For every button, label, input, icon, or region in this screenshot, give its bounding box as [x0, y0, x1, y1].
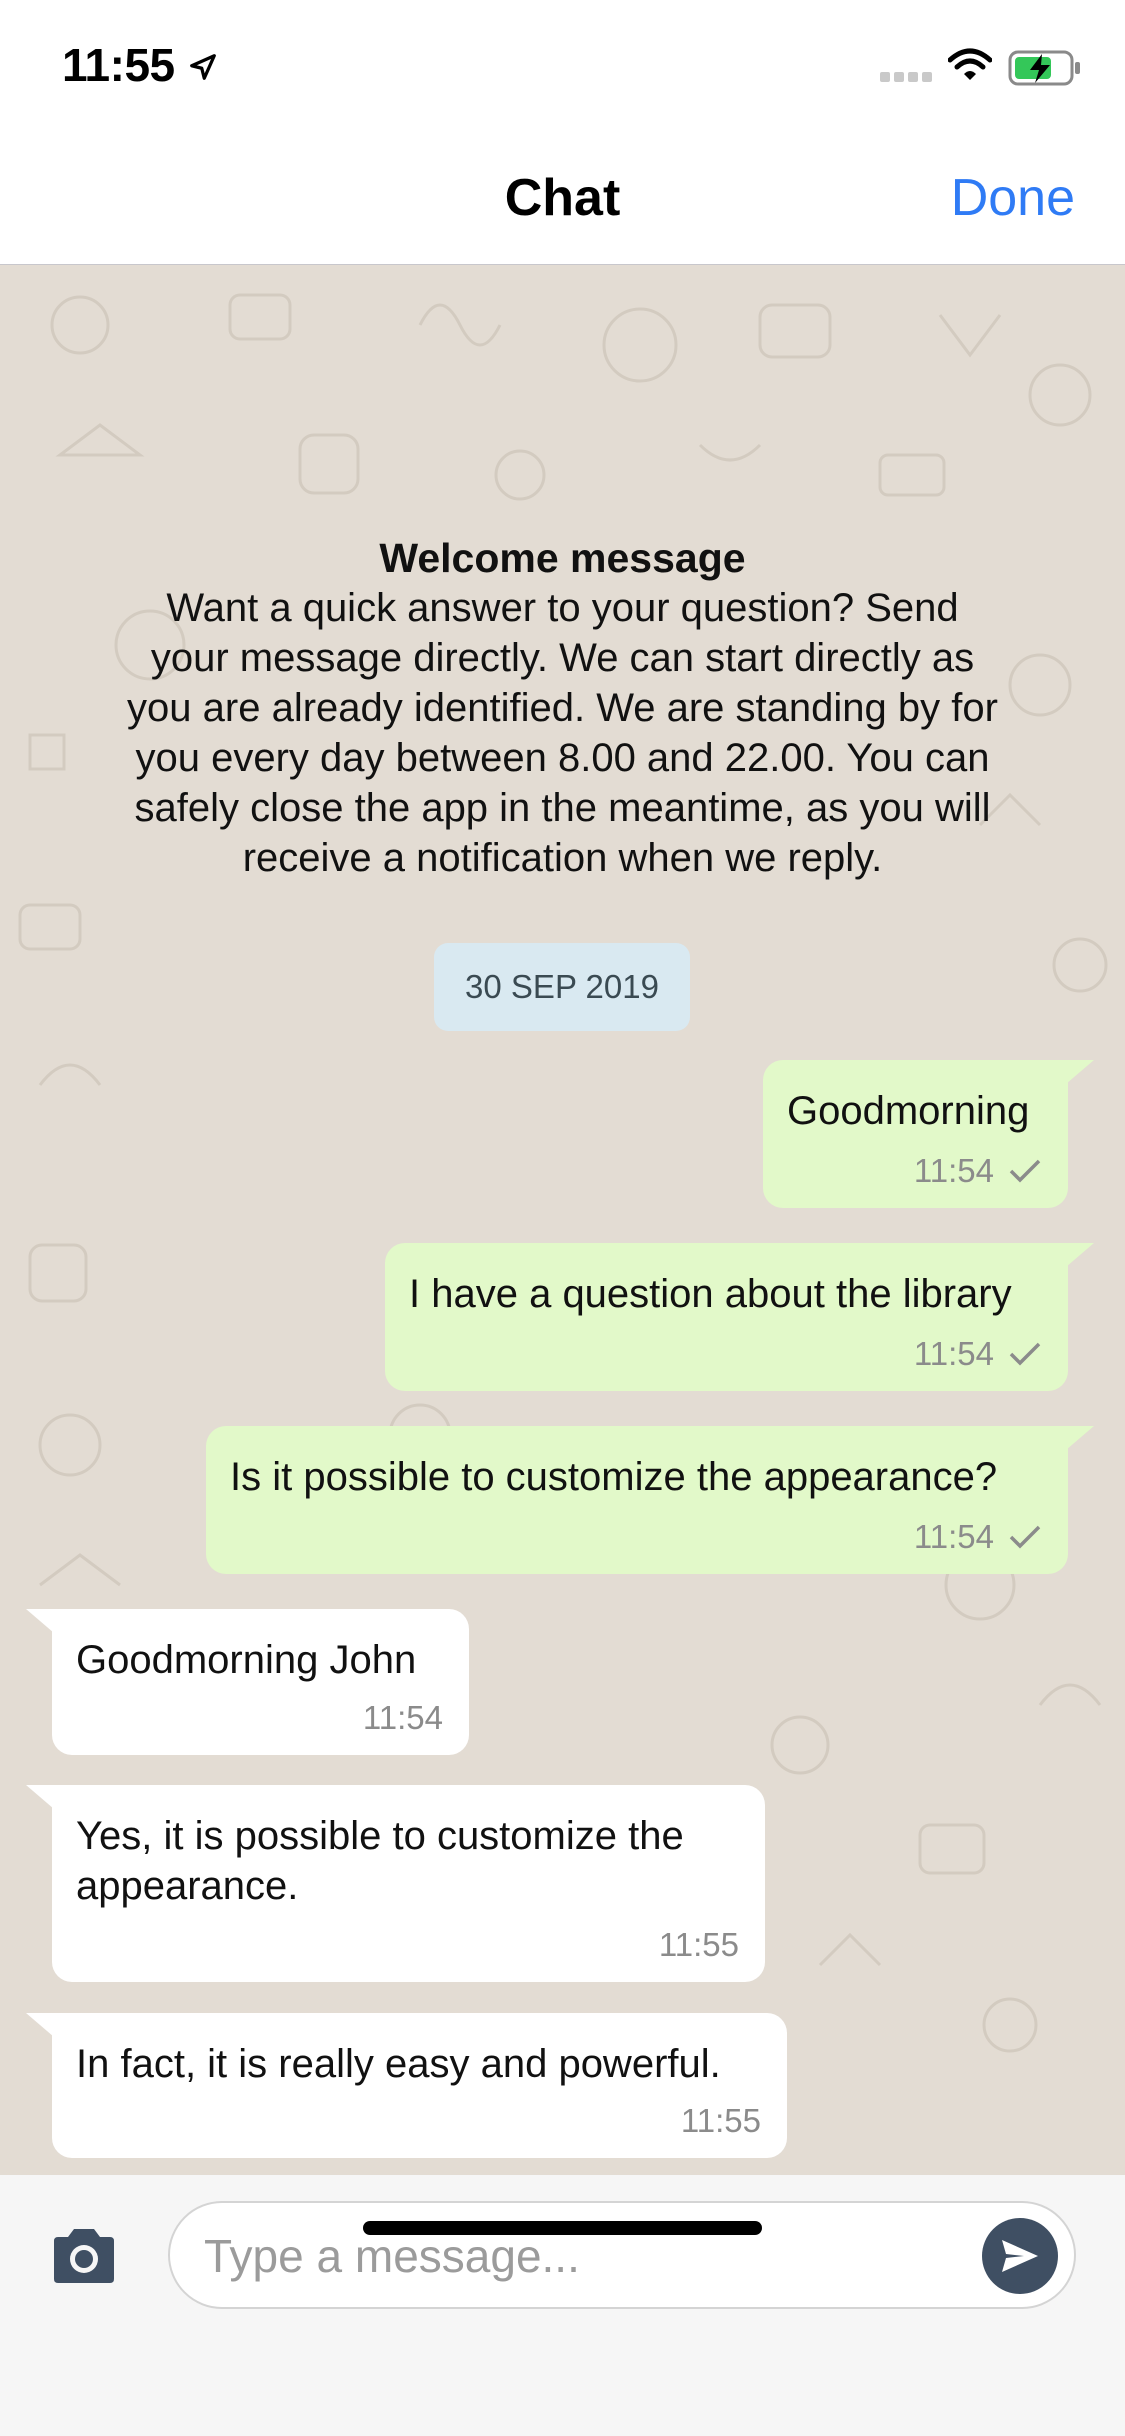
- outgoing-message[interactable]: Is it possible to customize the appearan…: [206, 1426, 1094, 1574]
- message-input-bar: [0, 2175, 1125, 2436]
- message-meta: 11:54: [914, 1152, 1042, 1190]
- home-indicator-bar: [363, 2221, 762, 2235]
- message-text-line: Yes, it is possible to customize the: [76, 1814, 684, 1858]
- message-time: 11:54: [913, 1335, 994, 1372]
- message-text-line: Goodmorning John: [76, 1638, 417, 1682]
- welcome-title: Welcome message: [379, 535, 746, 581]
- message-time: 11:54: [913, 1518, 994, 1555]
- message-meta: 11:55: [659, 1926, 739, 1964]
- message-meta: 11:55: [681, 2102, 761, 2140]
- chat-area[interactable]: Welcome message Want a quick answer to y…: [0, 265, 1125, 2175]
- message-text: I have a question about the library: [409, 1272, 1012, 1316]
- send-button[interactable]: [982, 2218, 1058, 2294]
- welcome-text-line: safely close the app in the meantime, as…: [134, 786, 991, 830]
- bubble-tail: [26, 1785, 54, 1809]
- welcome-text-line: your message directly. We can start dire…: [150, 636, 975, 680]
- location-arrow-icon: [190, 54, 216, 80]
- message-field[interactable]: [168, 2201, 1076, 2309]
- check-icon: [1009, 1159, 1041, 1183]
- welcome-text-line: you are already identified. We are stand…: [127, 686, 998, 730]
- camera-icon[interactable]: [50, 2227, 118, 2285]
- bubble-tail: [1066, 1243, 1094, 1267]
- done-button[interactable]: Done: [951, 168, 1075, 228]
- message-time: 11:55: [658, 1926, 739, 1963]
- battery-charging-icon: [1008, 50, 1080, 86]
- message-time: 11:54: [913, 1152, 994, 1189]
- check-icon: [1009, 1525, 1041, 1549]
- message-text: Yes, it is possible to customize the app…: [76, 1811, 684, 1911]
- message-text-line: appearance.: [76, 1864, 299, 1908]
- outgoing-message[interactable]: I have a question about the library 11:5…: [385, 1243, 1094, 1391]
- bubble-tail: [26, 2013, 54, 2037]
- welcome-text-line: you every day between 8.00 and 22.00. Yo…: [135, 736, 990, 780]
- welcome-text-line: receive a notification when we reply.: [242, 836, 883, 880]
- status-bar: 11:55: [0, 0, 1125, 132]
- incoming-message[interactable]: Yes, it is possible to customize the app…: [26, 1785, 765, 1982]
- bubble-tail: [1066, 1060, 1094, 1084]
- message-meta: 11:54: [914, 1518, 1042, 1556]
- incoming-message[interactable]: Goodmorning John 11:54: [26, 1609, 469, 1755]
- send-icon: [1002, 2240, 1038, 2272]
- signal-icon: [880, 72, 932, 82]
- welcome-text-line: Want a quick answer to your question? Se…: [166, 586, 959, 630]
- date-badge: 30 SEP 2019: [434, 943, 690, 1031]
- outgoing-message[interactable]: Goodmorning 11:54: [763, 1060, 1094, 1208]
- message-text: Goodmorning John: [76, 1635, 416, 1685]
- message-meta: 11:54: [363, 1699, 443, 1737]
- message-meta: 11:54: [914, 1335, 1042, 1373]
- bubble-tail: [26, 1609, 54, 1633]
- bubble-tail: [1066, 1426, 1094, 1450]
- message-time: 11:55: [680, 2102, 761, 2139]
- incoming-message[interactable]: In fact, it is really easy and powerful.…: [26, 2013, 787, 2158]
- message-text-line: In fact, it is really easy and powerful.: [76, 2042, 721, 2086]
- status-time: 11:55: [62, 39, 175, 91]
- check-icon: [1009, 1342, 1041, 1366]
- message-time: 11:54: [362, 1699, 443, 1736]
- welcome-message: Welcome message Want a quick answer to y…: [80, 533, 1045, 883]
- navigation-bar: Chat Done: [0, 132, 1125, 265]
- message-text: In fact, it is really easy and powerful.: [76, 2039, 721, 2089]
- message-text: Is it possible to customize the appearan…: [230, 1455, 998, 1499]
- message-text: Goodmorning: [787, 1089, 1030, 1133]
- wifi-icon: [948, 48, 992, 80]
